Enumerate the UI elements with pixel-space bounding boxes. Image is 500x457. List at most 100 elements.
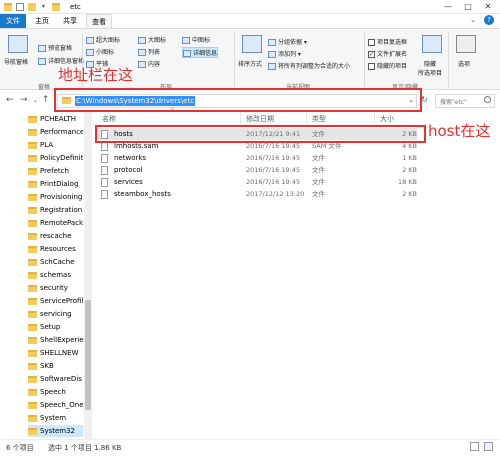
ribbon-separator xyxy=(448,33,449,87)
nav-item[interactable]: Performance xyxy=(28,126,83,138)
fit-columns-button[interactable]: 将所有列调整为合适的大小 xyxy=(268,61,350,70)
nav-item-label: Prefetch xyxy=(40,167,69,175)
nav-item[interactable]: security xyxy=(28,282,83,294)
navigation-pane-button[interactable]: 导航窗格 xyxy=(4,57,28,66)
nav-item[interactable]: servicing xyxy=(28,308,83,320)
column-header-date[interactable]: 修改日期 xyxy=(246,114,274,124)
column-divider[interactable] xyxy=(240,112,241,124)
hide-selected-icon[interactable] xyxy=(422,35,442,53)
folder-icon xyxy=(28,167,37,175)
nav-item[interactable]: System32 xyxy=(28,425,83,437)
tab-home[interactable]: 主页 xyxy=(30,14,54,28)
preview-pane-button[interactable]: 预览窗格 xyxy=(38,43,72,52)
nav-item[interactable]: PLA xyxy=(28,139,83,151)
file-icon xyxy=(101,154,108,163)
hidden-items-toggle[interactable]: 隐藏的项目 xyxy=(368,61,407,70)
add-columns-button[interactable]: 添加列 ▾ xyxy=(268,49,301,58)
layout-large-icons[interactable]: 大图标 xyxy=(138,35,166,44)
nav-item-label: rescache xyxy=(40,232,72,240)
nav-item[interactable]: Registration xyxy=(28,204,83,216)
nav-item[interactable]: Speech xyxy=(28,386,83,398)
extra-large-icons-icon xyxy=(86,37,94,44)
nav-item[interactable]: SoftwareDis xyxy=(28,373,83,385)
folder-icon xyxy=(28,193,37,201)
layout-medium-icons[interactable]: 中图标 xyxy=(182,35,210,44)
options-button[interactable]: 选项 xyxy=(458,59,470,68)
new-folder-icon[interactable] xyxy=(28,3,36,11)
file-row[interactable]: services 2016/7/16 19:45 文件 18 KB xyxy=(97,176,417,188)
nav-item[interactable]: schemas xyxy=(28,269,83,281)
column-header-type[interactable]: 类型 xyxy=(312,114,326,124)
nav-item-label: ShellExperie xyxy=(40,336,83,344)
ribbon-collapse-icon[interactable]: ⌄ xyxy=(470,16,476,24)
nav-item[interactable]: PrintDialog xyxy=(28,178,83,190)
refresh-button[interactable]: ↻ xyxy=(421,95,428,104)
nav-item[interactable]: SHELLNEW xyxy=(28,347,83,359)
nav-item[interactable]: rescache xyxy=(28,230,83,242)
nav-item[interactable]: ShellExperie xyxy=(28,334,83,346)
nav-item[interactable]: PCHEALTH xyxy=(28,113,83,125)
quick-access-dropdown-icon[interactable]: ▾ xyxy=(42,3,45,10)
file-row[interactable]: steambox_hosts 2017/12/12 13:20 文件 2 KB xyxy=(97,188,417,200)
help-button[interactable]: ? xyxy=(484,15,494,25)
navigation-pane-icon[interactable] xyxy=(8,35,28,53)
nav-item[interactable]: System xyxy=(28,412,83,424)
nav-item[interactable]: SKB xyxy=(28,360,83,372)
maximize-button[interactable]: □ xyxy=(458,0,478,14)
layout-extra-large-icons[interactable]: 超大图标 xyxy=(86,35,120,44)
nav-item[interactable]: Speech_One xyxy=(28,399,83,411)
checkbox-checked-icon: ✓ xyxy=(368,51,375,58)
file-size: 18 KB xyxy=(397,178,417,186)
medium-icons-icon xyxy=(182,37,190,44)
nav-item[interactable]: RemotePack xyxy=(28,217,83,229)
file-type: 文件 xyxy=(312,166,325,174)
nav-item[interactable]: SchCache xyxy=(28,256,83,268)
file-icon xyxy=(101,142,108,151)
close-button[interactable]: ✕ xyxy=(478,0,498,14)
minimize-button[interactable]: — xyxy=(438,0,458,14)
large-icons-view-icon[interactable] xyxy=(484,442,493,451)
column-header-name[interactable]: 名称 xyxy=(102,114,116,124)
file-row[interactable]: protocol 2016/7/16 19:45 文件 2 KB xyxy=(97,164,417,176)
nav-item[interactable]: Resources xyxy=(28,243,83,255)
nav-item-label: Registration xyxy=(40,206,83,214)
forward-button[interactable]: → xyxy=(20,95,28,105)
search-icon[interactable] xyxy=(484,96,491,103)
file-icon xyxy=(101,190,108,199)
nav-item[interactable]: Prefetch xyxy=(28,165,83,177)
file-extensions-toggle[interactable]: ✓ 文件扩展名 xyxy=(368,49,407,58)
up-button[interactable]: ↑ xyxy=(42,95,50,105)
file-row[interactable]: networks 2016/7/16 19:45 文件 1 KB xyxy=(97,152,417,164)
tab-share[interactable]: 共享 xyxy=(58,14,82,28)
layout-details[interactable]: 详细信息 xyxy=(182,47,219,58)
nav-item[interactable]: PolicyDefinit xyxy=(28,152,83,164)
tab-view[interactable]: 查看 xyxy=(86,14,112,28)
file-date: 2016/7/16 19:45 xyxy=(246,166,301,174)
nav-item[interactable]: Provisioning xyxy=(28,191,83,203)
recent-locations-icon[interactable]: ⌄ xyxy=(33,97,38,104)
properties-icon[interactable] xyxy=(16,3,24,11)
back-button[interactable]: ← xyxy=(6,95,14,105)
item-checkboxes-toggle[interactable]: 项目复选框 xyxy=(368,37,407,46)
sort-by-button[interactable]: 排序方式 xyxy=(238,59,262,68)
layout-small-icons[interactable]: 小图标 xyxy=(86,47,114,56)
nav-item[interactable]: ServiceProfil xyxy=(28,295,83,307)
column-divider[interactable] xyxy=(306,112,307,124)
sort-by-icon[interactable] xyxy=(242,35,262,53)
tab-file[interactable]: 文件 xyxy=(0,14,26,28)
options-icon[interactable] xyxy=(456,35,476,53)
hide-selected-button[interactable]: 隐藏 xyxy=(424,59,436,68)
file-size: 1 KB xyxy=(402,154,417,162)
nav-item-label: System xyxy=(40,414,67,422)
layout-list[interactable]: 列表 xyxy=(138,47,160,56)
nav-item[interactable]: Setup xyxy=(28,321,83,333)
folder-icon xyxy=(28,349,37,357)
group-by-button[interactable]: 分组依据 ▾ xyxy=(268,37,307,46)
column-header-size[interactable]: 大小 xyxy=(380,114,394,124)
details-view-icon[interactable] xyxy=(470,442,479,451)
layout-content[interactable]: 内容 xyxy=(138,59,160,68)
nav-scrollbar-thumb[interactable] xyxy=(85,300,91,410)
column-divider[interactable] xyxy=(374,112,375,124)
content-icon xyxy=(138,61,146,68)
search-input[interactable]: 搜索"etc" xyxy=(440,97,467,106)
